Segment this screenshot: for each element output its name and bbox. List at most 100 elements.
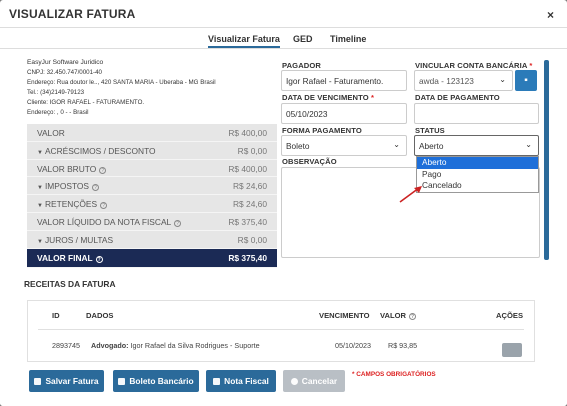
tab-visualizar-fatura[interactable]: Visualizar Fatura xyxy=(208,34,280,48)
invoice-modal: VISUALIZAR FATURA × Visualizar Fatura GE… xyxy=(0,0,567,406)
summary-label: IMPOSTOS xyxy=(44,181,90,192)
company-info: EasyJur Software Juridico CNPJ: 32.450.7… xyxy=(27,58,216,118)
forma-pagamento-select[interactable]: Boleto ⌄ xyxy=(281,135,407,156)
status-option-pago[interactable]: Pago xyxy=(417,169,538,181)
status-option-aberto[interactable]: Aberto xyxy=(417,157,538,169)
cancelar-button[interactable]: Cancelar xyxy=(283,370,345,392)
summary-value: R$ 0,00 xyxy=(237,234,267,245)
summary-row-valor: VALOR R$ 400,00 xyxy=(27,124,277,142)
client-name: Cliente: IGOR RAFAEL - FATURAMENTO. xyxy=(27,99,145,106)
summary-label: VALOR LÍQUIDO DA NOTA FISCAL xyxy=(37,216,172,227)
forma-pagamento-value: Boleto xyxy=(286,141,310,151)
tab-bar: Visualizar Fatura GED Timeline xyxy=(0,32,567,49)
plus-icon: ▪ xyxy=(524,75,528,86)
status-option-cancelado[interactable]: Cancelado xyxy=(417,180,538,192)
company-name: EasyJur Software Juridico xyxy=(27,59,104,66)
scrollbar[interactable] xyxy=(544,60,549,260)
summary-value: R$ 375,40 xyxy=(228,216,267,227)
status-value: Aberto xyxy=(419,141,444,151)
barcode-icon xyxy=(118,378,126,385)
chevron-down-icon: ⌄ xyxy=(499,75,506,84)
summary-row-valor-liquido: VALOR LÍQUIDO DA NOTA FISCAL? R$ 375,40 xyxy=(27,212,277,231)
summary-label: RETENÇÕES xyxy=(44,199,98,210)
conta-bancaria-value: awda - 123123 xyxy=(419,76,474,86)
row-action-button[interactable] xyxy=(502,343,522,357)
company-cnpj: CNPJ: 32.450.747/0001-40 xyxy=(27,69,102,76)
caret-down-icon: ▼ xyxy=(37,238,43,245)
col-header-id: ID xyxy=(52,311,60,320)
document-icon xyxy=(213,378,221,385)
caret-down-icon: ▼ xyxy=(37,185,43,192)
pagador-field[interactable]: Igor Rafael - Faturamento. xyxy=(281,70,407,91)
summary-row-acrescimos[interactable]: ▼ ACRÉSCIMOS / DESCONTO R$ 0,00 xyxy=(27,141,277,160)
receitas-title: RECEITAS DA FATURA xyxy=(24,279,116,289)
modal-footer: Salvar Fatura Boleto Bancário Nota Fisca… xyxy=(0,366,567,406)
vencimento-field[interactable]: 05/10/2023 xyxy=(281,103,407,124)
summary-table: VALOR R$ 400,00 ▼ ACRÉSCIMOS / DESCONTO R… xyxy=(27,124,277,268)
forma-pagamento-label: FORMA PAGAMENTO xyxy=(282,126,362,135)
chevron-down-icon: ⌄ xyxy=(525,140,532,149)
save-icon xyxy=(34,378,42,385)
summary-row-valor-final: VALOR FINAL? R$ 375,40 xyxy=(27,248,277,268)
boleto-bancario-button[interactable]: Boleto Bancário xyxy=(113,370,199,392)
required-mark: * xyxy=(370,93,375,102)
tab-timeline[interactable]: Timeline xyxy=(330,34,366,44)
help-icon[interactable]: ? xyxy=(100,202,108,210)
conta-bancaria-label: VINCULAR CONTA BANCÁRIA * xyxy=(415,61,533,70)
summary-row-impostos[interactable]: ▼ IMPOSTOS? R$ 24,60 xyxy=(27,177,277,196)
col-header-dados: DADOS xyxy=(86,311,114,320)
summary-row-valor-bruto: VALOR BRUTO? R$ 400,00 xyxy=(27,159,277,178)
status-label: STATUS xyxy=(415,126,445,135)
required-mark: * xyxy=(529,61,533,70)
close-icon[interactable]: × xyxy=(547,8,554,22)
pagamento-label: DATA DE PAGAMENTO xyxy=(415,93,500,102)
help-icon[interactable]: ? xyxy=(409,313,417,320)
row-dados: Advogado: Igor Rafael da Silva Rodrigues… xyxy=(91,341,260,350)
help-icon[interactable]: ? xyxy=(99,166,107,174)
salvar-fatura-button[interactable]: Salvar Fatura xyxy=(29,370,104,392)
summary-row-retencoes[interactable]: ▼ RETENÇÕES? R$ 24,60 xyxy=(27,195,277,213)
summary-row-juros[interactable]: ▼ JUROS / MULTAS R$ 0,00 xyxy=(27,230,277,249)
chevron-down-icon: ⌄ xyxy=(393,140,400,149)
pagamento-field[interactable] xyxy=(414,103,539,124)
status-dropdown: Aberto Pago Cancelado xyxy=(416,156,539,193)
table-divider xyxy=(38,329,524,330)
nota-fiscal-button[interactable]: Nota Fiscal xyxy=(206,370,276,392)
cancel-icon xyxy=(290,378,298,385)
row-vencimento: 05/10/2023 xyxy=(335,341,371,350)
summary-value: R$ 400,00 xyxy=(228,163,267,174)
col-header-valor: VALOR? xyxy=(380,311,417,320)
company-phone: Tel.: (34)2149-79123 xyxy=(27,89,85,96)
caret-down-icon: ▼ xyxy=(37,149,43,156)
caret-down-icon: ▼ xyxy=(37,203,43,210)
summary-label: VALOR FINAL xyxy=(37,252,93,263)
row-id: 2893745 xyxy=(52,341,80,350)
help-icon[interactable]: ? xyxy=(92,184,100,192)
conta-bancaria-select[interactable]: awda - 123123 ⌄ xyxy=(414,70,513,91)
required-fields-note: * CAMPOS OBRIGATÓRIOS xyxy=(352,371,436,378)
summary-label: VALOR BRUTO xyxy=(37,163,97,174)
summary-label: VALOR xyxy=(37,128,65,138)
col-header-vencimento: VENCIMENTO xyxy=(319,311,370,320)
client-address: Endereço: , 0 - - Brasil xyxy=(27,109,89,116)
summary-value: R$ 24,60 xyxy=(233,199,267,210)
summary-value: R$ 375,40 xyxy=(228,252,267,263)
row-valor: R$ 93,85 xyxy=(388,341,418,350)
observacao-label: OBSERVAÇÃO xyxy=(282,157,337,166)
status-select[interactable]: Aberto ⌄ xyxy=(414,135,539,156)
vencimento-label: DATA DE VENCIMENTO * xyxy=(282,93,375,102)
receitas-table: ID DADOS VENCIMENTO VALOR? AÇÕES 2893745… xyxy=(27,300,535,362)
modal-header: VISUALIZAR FATURA × xyxy=(0,0,567,28)
add-account-button[interactable]: ▪ xyxy=(515,70,537,91)
tab-ged[interactable]: GED xyxy=(293,34,313,44)
summary-label: JUROS / MULTAS xyxy=(44,234,114,245)
summary-value: R$ 24,60 xyxy=(233,181,267,192)
modal-title: VISUALIZAR FATURA xyxy=(9,7,136,21)
annotation-arrow-icon xyxy=(399,186,422,203)
help-icon[interactable]: ? xyxy=(95,255,103,263)
summary-value: R$ 0,00 xyxy=(237,145,267,156)
help-icon[interactable]: ? xyxy=(174,219,182,227)
summary-label: ACRÉSCIMOS / DESCONTO xyxy=(44,145,156,156)
company-address: Endereço: Rua doutor le.., 420 SANTA MAR… xyxy=(27,79,216,86)
pagador-label: PAGADOR xyxy=(282,61,321,70)
